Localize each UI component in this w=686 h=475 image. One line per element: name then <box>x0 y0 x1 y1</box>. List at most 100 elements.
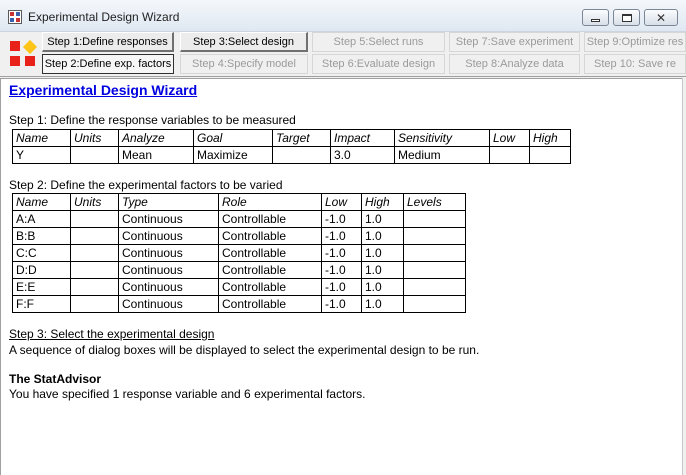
table-cell[interactable]: -1.0 <box>321 295 362 313</box>
table-cell[interactable] <box>70 278 119 296</box>
column-header: Goal <box>193 129 273 147</box>
table-cell[interactable]: C:C <box>12 244 71 262</box>
table-cell[interactable]: Controllable <box>218 295 322 313</box>
column-header: Units <box>70 129 119 147</box>
column-header: Low <box>489 129 530 147</box>
app-grid-icon[interactable] <box>8 10 22 24</box>
table-cell[interactable] <box>272 146 331 164</box>
table-cell[interactable]: Maximize <box>193 146 273 164</box>
step1-title: Step 1: Define the response variables to… <box>9 113 296 127</box>
column-header: High <box>529 129 571 147</box>
table-cell[interactable]: 1.0 <box>361 278 404 296</box>
table-cell[interactable] <box>403 227 466 245</box>
table-cell[interactable]: Medium <box>394 146 490 164</box>
table-cell[interactable] <box>70 244 119 262</box>
table-cell[interactable]: Continuous <box>118 278 219 296</box>
table-cell[interactable]: Controllable <box>218 227 322 245</box>
column-header: Units <box>70 193 119 211</box>
step1-define-responses-button[interactable]: Step 1:Define responses <box>42 32 174 52</box>
table-cell[interactable] <box>70 146 119 164</box>
table-cell[interactable] <box>70 210 119 228</box>
table-cell[interactable]: B:B <box>12 227 71 245</box>
table-cell[interactable]: Continuous <box>118 244 219 262</box>
wizard-toolbar: Step 1:Define responses Step 2:Define ex… <box>0 32 686 77</box>
column-header: Name <box>12 193 71 211</box>
column-header: Impact <box>330 129 395 147</box>
column-header: Type <box>118 193 219 211</box>
table-cell[interactable]: D:D <box>12 261 71 279</box>
step9-optimize-button[interactable]: Step 9:Optimize res <box>584 32 686 52</box>
table-cell[interactable]: A:A <box>12 210 71 228</box>
table-row[interactable]: C:C Continuous Controllable -1.0 1.0 <box>12 244 466 262</box>
step3-description: A sequence of dialog boxes will be displ… <box>9 343 480 357</box>
table-cell[interactable]: Mean <box>118 146 194 164</box>
table-cell[interactable]: Controllable <box>218 278 322 296</box>
table-cell[interactable]: 1.0 <box>361 210 404 228</box>
table-cell[interactable]: -1.0 <box>321 244 362 262</box>
table-cell[interactable] <box>489 146 530 164</box>
table-row[interactable]: A:A Continuous Controllable -1.0 1.0 <box>12 210 466 228</box>
table-row[interactable]: E:E Continuous Controllable -1.0 1.0 <box>12 278 466 296</box>
step5-select-runs-button[interactable]: Step 5:Select runs <box>312 32 445 52</box>
table-cell[interactable]: 3.0 <box>330 146 395 164</box>
scrollbar-edge[interactable] <box>682 78 686 475</box>
step10-save-button[interactable]: Step 10: Save re <box>584 54 686 74</box>
table-cell[interactable] <box>403 244 466 262</box>
table-cell[interactable]: Controllable <box>218 244 322 262</box>
step2-define-factors-button[interactable]: Step 2:Define exp. factors <box>42 54 174 74</box>
table-row[interactable]: Y Mean Maximize 3.0 Medium <box>12 146 571 164</box>
table-cell[interactable]: E:E <box>12 278 71 296</box>
table-cell[interactable]: -1.0 <box>321 210 362 228</box>
step3-select-design-button[interactable]: Step 3:Select design <box>180 32 308 52</box>
table-cell[interactable]: -1.0 <box>321 227 362 245</box>
minimize-icon <box>591 19 600 22</box>
table-cell[interactable]: 1.0 <box>361 261 404 279</box>
statgraphics-logo-icon <box>10 39 40 69</box>
table-cell[interactable]: Continuous <box>118 261 219 279</box>
close-icon: ✕ <box>655 10 667 25</box>
wizard-output-pane[interactable]: Experimental Design Wizard Step 1: Defin… <box>0 78 682 475</box>
table-row[interactable]: D:D Continuous Controllable -1.0 1.0 <box>12 261 466 279</box>
table-cell[interactable] <box>529 146 571 164</box>
table-row[interactable]: B:B Continuous Controllable -1.0 1.0 <box>12 227 466 245</box>
table-cell[interactable] <box>70 227 119 245</box>
column-header: Low <box>321 193 362 211</box>
step4-specify-model-button[interactable]: Step 4:Specify model <box>180 54 308 74</box>
table-cell[interactable]: 1.0 <box>361 244 404 262</box>
factors-table[interactable]: Name Units Type Role Low High Levels A:A Contin… <box>12 193 466 313</box>
column-header: Name <box>12 129 71 147</box>
step6-evaluate-design-button[interactable]: Step 6:Evaluate design <box>312 54 445 74</box>
wizard-window: Experimental Design Wizard ✕ Step 1:Defi… <box>0 0 686 475</box>
table-cell[interactable]: Y <box>12 146 71 164</box>
table-cell[interactable]: Controllable <box>218 210 322 228</box>
table-cell[interactable] <box>70 261 119 279</box>
statadvisor-text: You have specified 1 response variable a… <box>9 387 366 401</box>
table-cell[interactable]: Controllable <box>218 261 322 279</box>
table-cell[interactable]: 1.0 <box>361 295 404 313</box>
table-cell[interactable]: Continuous <box>118 227 219 245</box>
close-button[interactable]: ✕ <box>644 9 678 26</box>
table-row[interactable]: F:F Continuous Controllable -1.0 1.0 <box>12 295 466 313</box>
table-cell[interactable] <box>70 295 119 313</box>
table-cell[interactable]: Continuous <box>118 295 219 313</box>
responses-table[interactable]: Name Units Analyze Goal Target Impact Sensitiv… <box>12 129 571 164</box>
table-cell[interactable] <box>403 278 466 296</box>
table-cell[interactable] <box>403 295 466 313</box>
table-cell[interactable]: F:F <box>12 295 71 313</box>
step7-save-experiment-button[interactable]: Step 7:Save experiment <box>449 32 580 52</box>
table-cell[interactable]: Continuous <box>118 210 219 228</box>
title-bar[interactable]: Experimental Design Wizard ✕ <box>0 0 686 32</box>
table-cell[interactable] <box>403 210 466 228</box>
table-cell[interactable] <box>403 261 466 279</box>
statadvisor-title: The StatAdvisor <box>9 372 102 386</box>
step3-title: Step 3: Select the experimental design <box>9 327 215 341</box>
step8-analyze-data-button[interactable]: Step 8:Analyze data <box>449 54 580 74</box>
minimize-button[interactable] <box>582 9 609 26</box>
table-cell[interactable]: 1.0 <box>361 227 404 245</box>
column-header: Levels <box>403 193 466 211</box>
window-title: Experimental Design Wizard <box>28 10 180 24</box>
table-cell[interactable]: -1.0 <box>321 278 362 296</box>
table-cell[interactable]: -1.0 <box>321 261 362 279</box>
maximize-button[interactable] <box>613 9 640 26</box>
column-header: Role <box>218 193 322 211</box>
